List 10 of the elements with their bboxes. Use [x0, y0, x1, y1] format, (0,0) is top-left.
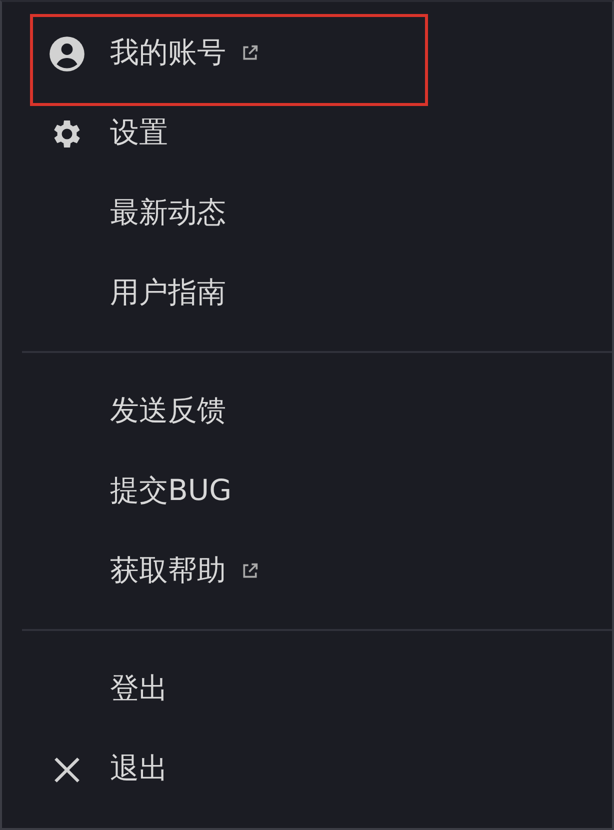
menu-item[interactable]: 用户指南: [2, 253, 612, 333]
menu-item[interactable]: 登出: [2, 649, 612, 729]
menu-item[interactable]: 发送反馈: [2, 371, 612, 451]
menu-item[interactable]: 退出: [2, 729, 612, 809]
menu-item[interactable]: 最新动态: [2, 173, 612, 253]
menu-item[interactable]: 提交BUG: [2, 451, 612, 531]
menu-item[interactable]: 设置: [2, 93, 612, 173]
menu-item[interactable]: 获取帮助: [2, 531, 612, 611]
menu-item[interactable]: 我的账号: [2, 13, 612, 93]
user-avatar-icon: [48, 35, 86, 73]
